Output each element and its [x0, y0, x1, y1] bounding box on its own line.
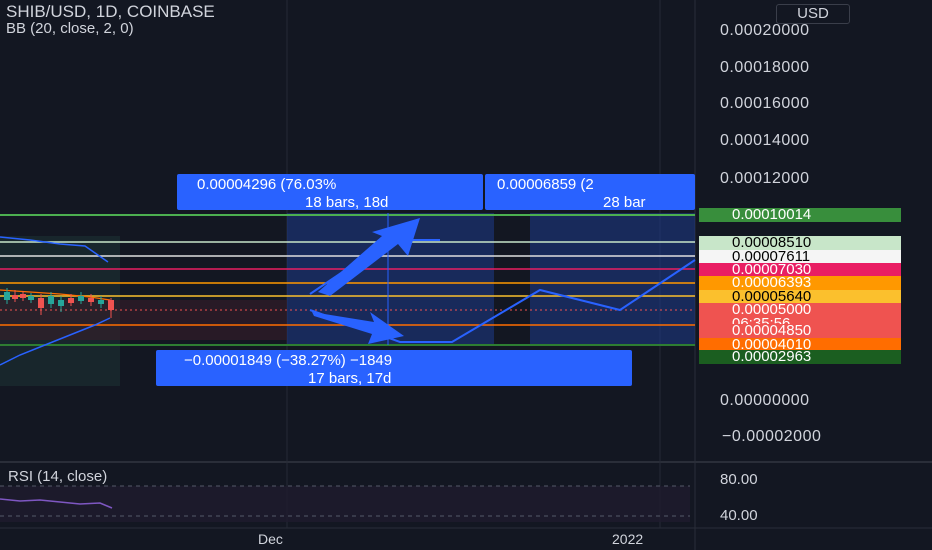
measure-up2-value: 0.00006859 (2: [497, 176, 594, 193]
time-label-2022: 2022: [612, 531, 644, 547]
rsi-legend[interactable]: RSI (14, close): [8, 468, 107, 485]
price-tag: 0.00005640: [699, 290, 901, 304]
measure-down-bars: 17 bars, 17d: [308, 370, 392, 386]
time-label-dec: Dec: [258, 531, 283, 547]
candle: [28, 296, 34, 300]
price-tick: −0.00002000: [722, 428, 822, 445]
candle: [4, 292, 10, 300]
candle: [48, 296, 54, 304]
price-tick: 0.00014000: [720, 132, 810, 149]
candle: [12, 295, 18, 299]
candle: [58, 300, 64, 306]
price-tick: 0.00020000: [720, 22, 810, 39]
price-tick: 0.00018000: [720, 59, 810, 76]
price-tag: 0.00010014: [699, 208, 901, 222]
price-tag: 0.00007611: [699, 250, 901, 264]
rsi-tick: 80.00: [720, 471, 758, 488]
symbol-title[interactable]: SHIB/USD, 1D, COINBASE: [6, 2, 215, 22]
rsi-tick: 40.00: [720, 507, 758, 524]
measure-up-label[interactable]: 0.00004296 (76.03% 18 bars, 18d: [177, 174, 483, 210]
measure-up-label-2[interactable]: 0.00006859 (2 28 bar: [485, 174, 695, 210]
price-tick: 0.00016000: [720, 95, 810, 112]
candle: [88, 298, 94, 302]
price-tag: 0.00007030: [699, 263, 901, 277]
price-tag: 0.00008510: [699, 236, 901, 250]
measure-up-value: 0.00004296 (76.03%: [197, 176, 337, 193]
price-tick: 0.00000000: [720, 392, 810, 409]
candle: [108, 300, 114, 310]
measure-up2-bars: 28 bar: [603, 194, 646, 210]
price-tag: 0.00004850: [699, 324, 901, 338]
candle: [68, 298, 74, 303]
candle: [78, 296, 84, 301]
candle: [38, 298, 44, 308]
price-tag: 0.00006393: [699, 276, 901, 290]
price-tick: 0.00012000: [720, 170, 810, 187]
currency-button[interactable]: USD: [776, 4, 850, 24]
measure-down-label[interactable]: −0.00001849 (−38.27%) −1849 17 bars, 17d: [156, 350, 632, 386]
indicator-legend[interactable]: BB (20, close, 2, 0): [6, 20, 134, 37]
measure-up-bars: 18 bars, 18d: [305, 194, 389, 210]
candle: [98, 300, 104, 304]
candle: [20, 294, 26, 298]
price-tag: 0.00002963: [699, 350, 901, 364]
price-tag: 0.00005000: [699, 303, 901, 317]
measure-down-value: −0.00001849 (−38.27%) −1849: [184, 352, 393, 369]
